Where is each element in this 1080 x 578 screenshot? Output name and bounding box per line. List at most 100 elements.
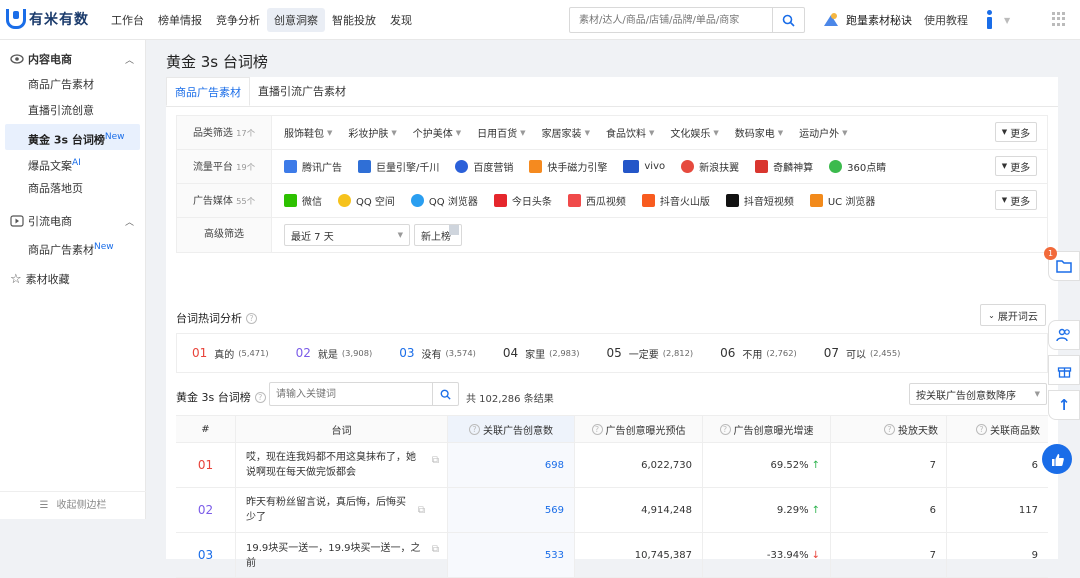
media-option[interactable]: QQ 空间 xyxy=(338,193,395,208)
col-growth[interactable]: ? 广告创意曝光增速 xyxy=(703,416,831,442)
media-option[interactable]: UC 浏览器 xyxy=(809,193,875,208)
nav-rankings[interactable]: 榜单情报 xyxy=(151,8,209,32)
hot-word-item[interactable]: 06 不用 (2,762) xyxy=(720,346,797,361)
category-option[interactable]: 彩妆护肤 ▼ xyxy=(348,125,396,141)
sidebar-item-landing-page[interactable]: 商品落地页 xyxy=(0,176,145,202)
result-count: 共 102,286 条结果 xyxy=(466,394,554,405)
sidebar-group-traffic-ecommerce[interactable]: 引流电商 ︿ xyxy=(0,208,145,234)
expand-word-cloud-button[interactable]: ⌄ 展开词云 xyxy=(980,304,1046,326)
apps-grid-icon[interactable] xyxy=(1052,12,1066,26)
collapse-sidebar-button[interactable]: ☰ 收起侧边栏 xyxy=(0,491,146,519)
platform-option[interactable]: 360点睛 xyxy=(829,159,886,174)
copy-icon[interactable]: ⧉ xyxy=(432,542,439,557)
row-ads[interactable]: 698 xyxy=(448,443,575,487)
row-growth: -33.94% ↓ xyxy=(703,533,831,577)
nav-smart-ads[interactable]: 智能投放 xyxy=(325,8,383,32)
category-option[interactable]: 服饰鞋包 ▼ xyxy=(284,125,332,141)
category-option[interactable]: 家居家装 ▼ xyxy=(542,125,590,141)
chevron-down-icon[interactable]: ▼ xyxy=(1004,16,1010,25)
search-input[interactable] xyxy=(570,8,770,32)
col-days[interactable]: ? 投放天数 xyxy=(831,416,947,442)
media-option[interactable]: 抖音短视频 xyxy=(725,193,794,208)
col-rank: # xyxy=(176,416,236,442)
category-option[interactable]: 个护美体 ▼ xyxy=(413,125,461,141)
community-button[interactable] xyxy=(1048,320,1080,350)
copy-icon[interactable]: ⧉ xyxy=(432,453,439,468)
hot-word-item[interactable]: 07 可以 (2,455) xyxy=(824,346,901,361)
category-option[interactable]: 运动户外 ▼ xyxy=(799,125,847,141)
col-ads[interactable]: ? 关联广告创意数 xyxy=(448,416,575,442)
copy-icon[interactable]: ⧉ xyxy=(418,503,425,518)
hot-word-item[interactable]: 03 没有 (3,574) xyxy=(399,346,476,361)
table-row[interactable]: 03 19.9块买一送一，19.9块买一送一，之前 ⧉ 533 10,745,38… xyxy=(176,533,1048,578)
arrow-up-icon: ↑ xyxy=(1057,396,1071,414)
platform-option[interactable]: 奇麟神算 xyxy=(755,159,813,174)
category-option[interactable]: 食品饮料 ▼ xyxy=(606,125,654,141)
sidebar-item-copywriting[interactable]: 爆品文案AI xyxy=(0,150,145,176)
gift-button[interactable] xyxy=(1048,355,1080,385)
row-ads[interactable]: 533 xyxy=(448,533,575,577)
avatar[interactable] xyxy=(982,10,998,30)
search-button[interactable] xyxy=(432,383,458,405)
col-products[interactable]: ? 关联商品数 xyxy=(947,416,1048,442)
media-option[interactable]: QQ 浏览器 xyxy=(410,193,478,208)
tab-bar: 商品广告素材 直播引流广告素材 xyxy=(166,77,1058,107)
like-button[interactable] xyxy=(1042,444,1072,474)
media-option[interactable]: 微信 xyxy=(284,193,322,208)
nav-competition[interactable]: 竞争分析 xyxy=(209,8,267,32)
sidebar-item-golden-3s[interactable]: 黄金 3s 台词榜New xyxy=(5,124,140,150)
platform-option[interactable]: 腾讯广告 xyxy=(284,159,342,174)
col-exposure[interactable]: ? 广告创意曝光预估 xyxy=(575,416,703,442)
search-button[interactable] xyxy=(772,8,804,32)
help-icon[interactable]: ? xyxy=(246,312,257,324)
media-option[interactable]: 抖音火山版 xyxy=(641,193,710,208)
category-option[interactable]: 日用百货 ▼ xyxy=(477,125,525,141)
brand-logo[interactable]: 有米有数 xyxy=(6,9,89,29)
platform-option[interactable]: 快手磁力引擎 xyxy=(529,159,607,174)
keyword-input[interactable] xyxy=(270,383,430,405)
sidebar-group-content-ecommerce[interactable]: 内容电商 ︿ xyxy=(0,46,145,72)
filter-panel: 品类筛选 17个 服饰鞋包 ▼ 彩妆护肤 ▼ 个护美体 ▼ 日用百货 ▼ 家居家装 ▼ 食… xyxy=(176,115,1048,253)
more-platform-button[interactable]: ▼ 更多 xyxy=(995,156,1037,176)
hot-word-item[interactable]: 04 家里 (2,983) xyxy=(503,346,580,361)
tutorial-link[interactable]: 使用教程 xyxy=(924,12,968,28)
tips-link[interactable]: 跑量素材秘诀 xyxy=(846,12,912,28)
sort-select[interactable]: 按关联广告创意数降序 ▼ xyxy=(909,383,1047,405)
play-icon xyxy=(10,215,24,227)
help-icon[interactable]: ? xyxy=(254,391,266,403)
hot-word-item[interactable]: 01 真的 (5,471) xyxy=(192,346,269,361)
date-range-select[interactable]: 最近 7 天 ▼ xyxy=(284,224,410,246)
tab-product-ads[interactable]: 商品广告素材 xyxy=(166,77,250,106)
category-option[interactable]: 文化娱乐 ▼ xyxy=(670,125,718,141)
page-title: 黄金 3s 台词榜 xyxy=(166,53,268,71)
tab-live-ads[interactable]: 直播引流广告素材 xyxy=(250,77,354,106)
sidebar-group-favorites[interactable]: ☆ 素材收藏 xyxy=(0,266,145,292)
category-option[interactable]: 数码家电 ▼ xyxy=(735,125,783,141)
more-media-button[interactable]: ▼ 更多 xyxy=(995,190,1037,210)
ocean-engine-icon xyxy=(358,160,371,173)
platform-option[interactable]: 百度营销 xyxy=(455,159,513,174)
new-entry-checkbox[interactable]: 新上榜 xyxy=(414,224,462,246)
kuaishou-icon xyxy=(529,160,543,173)
platform-option[interactable]: 巨量引擎/千川 xyxy=(358,159,439,174)
nav-discover[interactable]: 发现 xyxy=(383,8,419,32)
nav-workbench[interactable]: 工作台 xyxy=(104,8,151,32)
back-to-top-button[interactable]: ↑ xyxy=(1048,390,1080,420)
nav-creative-insight[interactable]: 创意洞察 xyxy=(267,8,325,32)
platform-option[interactable]: vivo xyxy=(623,160,665,173)
sidebar-item-product-ads[interactable]: 商品广告素材 xyxy=(0,72,145,98)
row-ads[interactable]: 569 xyxy=(448,488,575,532)
sidebar-item-traffic-product-ads[interactable]: 商品广告素材New xyxy=(0,234,145,260)
table-row[interactable]: 01 哎，现在连我妈都不用这臭抹布了，她说啊现在每天做完饭都会 ⧉ 698 6,0… xyxy=(176,443,1048,488)
platform-option[interactable]: 新浪扶翼 xyxy=(681,159,739,174)
hot-word-item[interactable]: 05 一定要 (2,812) xyxy=(607,346,694,361)
users-icon xyxy=(1056,328,1070,342)
media-option[interactable]: 西瓜视频 xyxy=(567,193,626,208)
more-category-button[interactable]: ▼ 更多 xyxy=(995,122,1037,142)
hot-word-item[interactable]: 02 就是 (3,908) xyxy=(296,346,373,361)
table-row[interactable]: 02 昨天有粉丝留言说，真后悔，后悔买少了 ⧉ 569 4,914,248 9.2… xyxy=(176,488,1048,533)
main-content: 黄金 3s 台词榜 商品广告素材 直播引流广告素材 品类筛选 17个 服饰鞋包 ▼… xyxy=(166,40,1058,578)
media-option[interactable]: 今日头条 xyxy=(493,193,552,208)
hot-words-title: 台词热词分析? xyxy=(176,310,257,326)
sidebar-item-live-creative[interactable]: 直播引流创意 xyxy=(0,98,145,124)
